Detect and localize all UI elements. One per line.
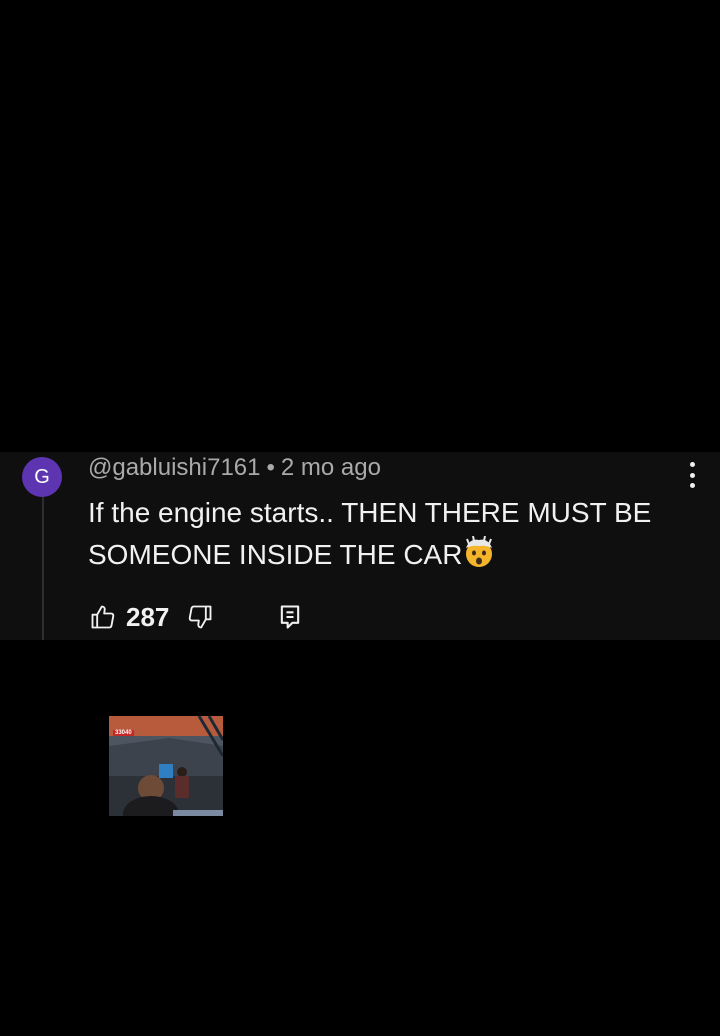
thumbs-up-icon [91,605,115,629]
meta-separator: • [266,454,275,481]
avatar-letter: G [34,465,50,488]
comment-card: G @gabluishi7161 • 2 mo ago If the engine … [0,452,720,640]
thumbnail-badge: 33040 [113,730,134,736]
more-vertical-icon-dot [689,472,695,478]
exploding-head-emoji-icon [462,535,496,580]
comment-text: If the engine starts.. THEN THERE MUST B… [88,492,688,580]
comment-timestamp[interactable]: 2 mo ago [281,454,381,481]
like-button[interactable] [88,602,118,632]
more-options-button[interactable] [680,460,704,490]
comment-body: If the engine starts.. THEN THERE MUST B… [88,497,652,570]
more-vertical-icon-dot [689,483,695,488]
dislike-button[interactable] [185,602,215,632]
video-thumbnail[interactable]: 33040 [109,716,223,816]
avatar[interactable]: G [22,457,62,497]
reply-button[interactable] [275,602,305,632]
comment-actions: 287 [88,600,305,634]
like-count: 287 [126,601,170,632]
reply-comment-icon [281,605,300,629]
thumbs-down-icon [189,605,212,629]
comment-meta: @gabluishi7161 • 2 mo ago [88,454,381,482]
thread-line [42,494,44,640]
comment-author-handle[interactable]: @gabluishi7161 [88,454,261,481]
more-vertical-icon-dot [689,462,695,467]
